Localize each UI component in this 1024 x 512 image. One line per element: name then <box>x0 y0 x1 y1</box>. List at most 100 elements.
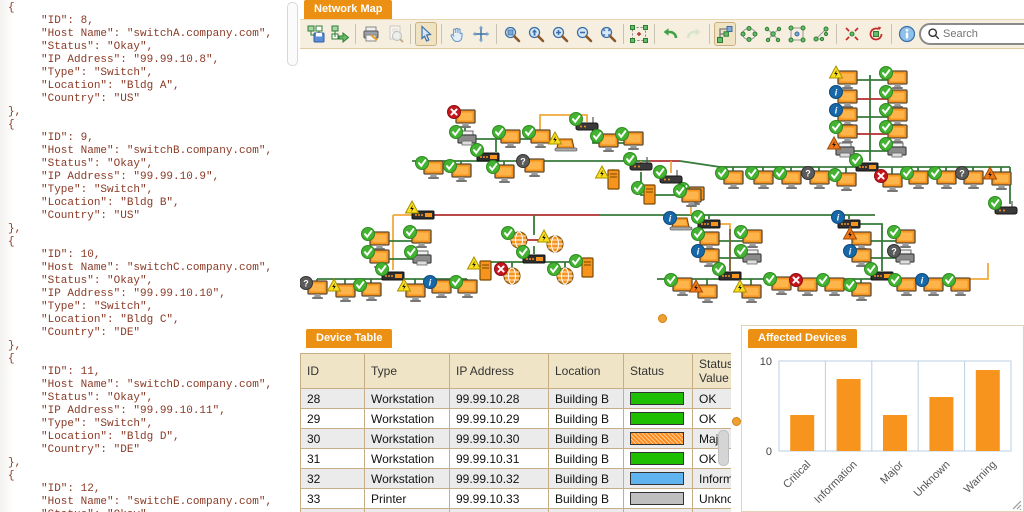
vertical-splitter[interactable] <box>731 325 741 512</box>
map-node-ws[interactable] <box>900 166 929 190</box>
table-row[interactable]: 34FTP Server99.99.10.34Building CWarning <box>300 508 768 512</box>
map-node-ws[interactable] <box>982 165 1012 190</box>
map-node-ws[interactable]: i <box>915 273 944 297</box>
table-row[interactable]: 33 Printer 99.99.10.33 Building B Unknown <box>300 488 768 509</box>
overview-button[interactable] <box>628 22 650 46</box>
undo-button[interactable] <box>659 22 681 46</box>
splitter-collapse-handle[interactable] <box>658 314 667 323</box>
map-node-switch[interactable] <box>375 262 405 281</box>
map-node-ws[interactable] <box>789 273 818 297</box>
map-node-switch[interactable] <box>712 262 742 281</box>
table-row[interactable]: 29 Workstation 99.99.10.29 Building B OK <box>300 408 768 429</box>
print-button[interactable] <box>360 22 382 46</box>
map-node-ws[interactable] <box>403 225 432 249</box>
map-node-ws[interactable] <box>447 105 476 129</box>
map-node-server[interactable] <box>631 181 656 205</box>
map-node-server[interactable] <box>594 164 620 190</box>
map-node-ws[interactable] <box>443 159 472 183</box>
rotate-layout-button[interactable] <box>865 22 887 46</box>
map-node-ws[interactable] <box>745 166 774 190</box>
network-map-canvas[interactable]: ?ii??? iiiii ?i <box>300 49 1024 316</box>
tab-affected-devices[interactable]: Affected Devices <box>748 329 857 348</box>
map-node-ws[interactable] <box>773 166 802 190</box>
select-button[interactable] <box>415 22 437 46</box>
map-node-globe[interactable] <box>501 226 528 249</box>
map-node-ws[interactable] <box>828 168 857 192</box>
map-node-ws[interactable] <box>732 278 762 303</box>
grid-layout-button[interactable] <box>786 22 808 46</box>
bar-major[interactable] <box>883 415 907 451</box>
map-node-globe[interactable] <box>494 262 521 285</box>
map-node-ws[interactable] <box>326 277 356 302</box>
map-node-ws[interactable] <box>942 273 971 297</box>
column-header-location[interactable]: Location <box>548 353 624 389</box>
map-node-laptop[interactable] <box>547 130 578 152</box>
json-source-panel[interactable]: { "ID": 8, "Host Name": "switchA.company… <box>0 0 301 512</box>
shrink-layout-button[interactable] <box>841 22 863 46</box>
info-button[interactable] <box>896 22 918 46</box>
map-node-switch[interactable] <box>849 153 879 172</box>
symmetric-layout-button[interactable] <box>762 22 784 46</box>
table-row[interactable]: 28 Workstation 99.99.10.28 Building B OK <box>300 388 768 409</box>
map-node-ws[interactable] <box>843 278 872 302</box>
column-header-type[interactable]: Type <box>364 353 450 389</box>
zoom-up-button[interactable] <box>525 22 547 46</box>
map-node-ws[interactable] <box>664 273 693 297</box>
bar-unknown[interactable] <box>929 397 954 451</box>
tab-network-map[interactable]: Network Map <box>304 0 393 19</box>
map-node-ws[interactable] <box>888 273 917 297</box>
tab-device-table[interactable]: Device Table <box>306 329 393 348</box>
map-node-ws[interactable] <box>874 169 903 193</box>
map-node-router[interactable] <box>988 196 1018 215</box>
zoom-fit-button[interactable] <box>597 22 619 46</box>
bar-critical[interactable] <box>790 415 815 451</box>
circular-layout-button[interactable] <box>738 22 760 46</box>
column-header-id[interactable]: ID <box>300 353 365 389</box>
map-node-ws[interactable] <box>415 156 444 180</box>
map-node-ws[interactable] <box>928 166 957 190</box>
json-panel-scrollbar[interactable] <box>287 2 298 66</box>
map-node-ws[interactable] <box>353 278 382 302</box>
map-node-printer[interactable] <box>879 137 907 158</box>
map-node-switch[interactable] <box>470 143 500 162</box>
map-node-globe[interactable] <box>536 228 564 253</box>
table-row[interactable]: 32 Workstation 99.99.10.32 Building B Inform… <box>300 468 768 489</box>
map-node-ws[interactable]: ? <box>801 166 830 190</box>
column-header-status[interactable]: Status <box>623 353 693 389</box>
map-node-server[interactable] <box>466 255 492 281</box>
map-node-ws[interactable]: ? <box>955 166 984 190</box>
table-row[interactable]: 31 Workstation 99.99.10.31 Building B OK <box>300 448 768 469</box>
hierarchic-layout-button[interactable] <box>714 22 736 46</box>
map-node-ws[interactable] <box>522 125 551 149</box>
map-node-globe[interactable] <box>547 262 574 285</box>
zoom-in-button[interactable] <box>549 22 571 46</box>
map-node-router[interactable] <box>653 165 683 184</box>
map-node-ws[interactable] <box>715 166 744 190</box>
search-input[interactable] <box>941 27 1024 41</box>
bar-warning[interactable] <box>975 370 1000 451</box>
tree-layout-button[interactable] <box>810 22 832 46</box>
save-map-button[interactable] <box>305 22 327 46</box>
map-node-ws[interactable] <box>486 160 515 184</box>
map-node-ws[interactable] <box>688 278 718 303</box>
map-node-ws[interactable] <box>615 127 644 151</box>
map-node-printer[interactable] <box>404 245 432 266</box>
device-table-scrollbar[interactable] <box>718 430 729 466</box>
move-button[interactable] <box>470 22 492 46</box>
zoom-out-button[interactable] <box>573 22 595 46</box>
horizontal-splitter[interactable] <box>300 314 1024 325</box>
table-row[interactable]: 30 Workstation 99.99.10.30 Building B Major <box>300 428 768 449</box>
map-node-ws[interactable] <box>763 272 792 296</box>
map-node-ws[interactable]: ? <box>516 154 545 178</box>
bar-information[interactable] <box>836 379 861 451</box>
zoom-box-button[interactable] <box>501 22 523 46</box>
map-node-ws[interactable] <box>396 277 426 302</box>
map-node-switch[interactable]: i <box>831 210 861 229</box>
pan-button[interactable] <box>446 22 468 46</box>
export-map-button[interactable] <box>329 22 351 46</box>
map-node-printer[interactable] <box>449 125 477 146</box>
column-header-ip-address[interactable]: IP Address <box>449 353 549 389</box>
map-node-switch[interactable] <box>691 210 721 229</box>
resize-grip-icon[interactable] <box>1010 498 1022 510</box>
map-node-switch[interactable] <box>516 245 546 264</box>
